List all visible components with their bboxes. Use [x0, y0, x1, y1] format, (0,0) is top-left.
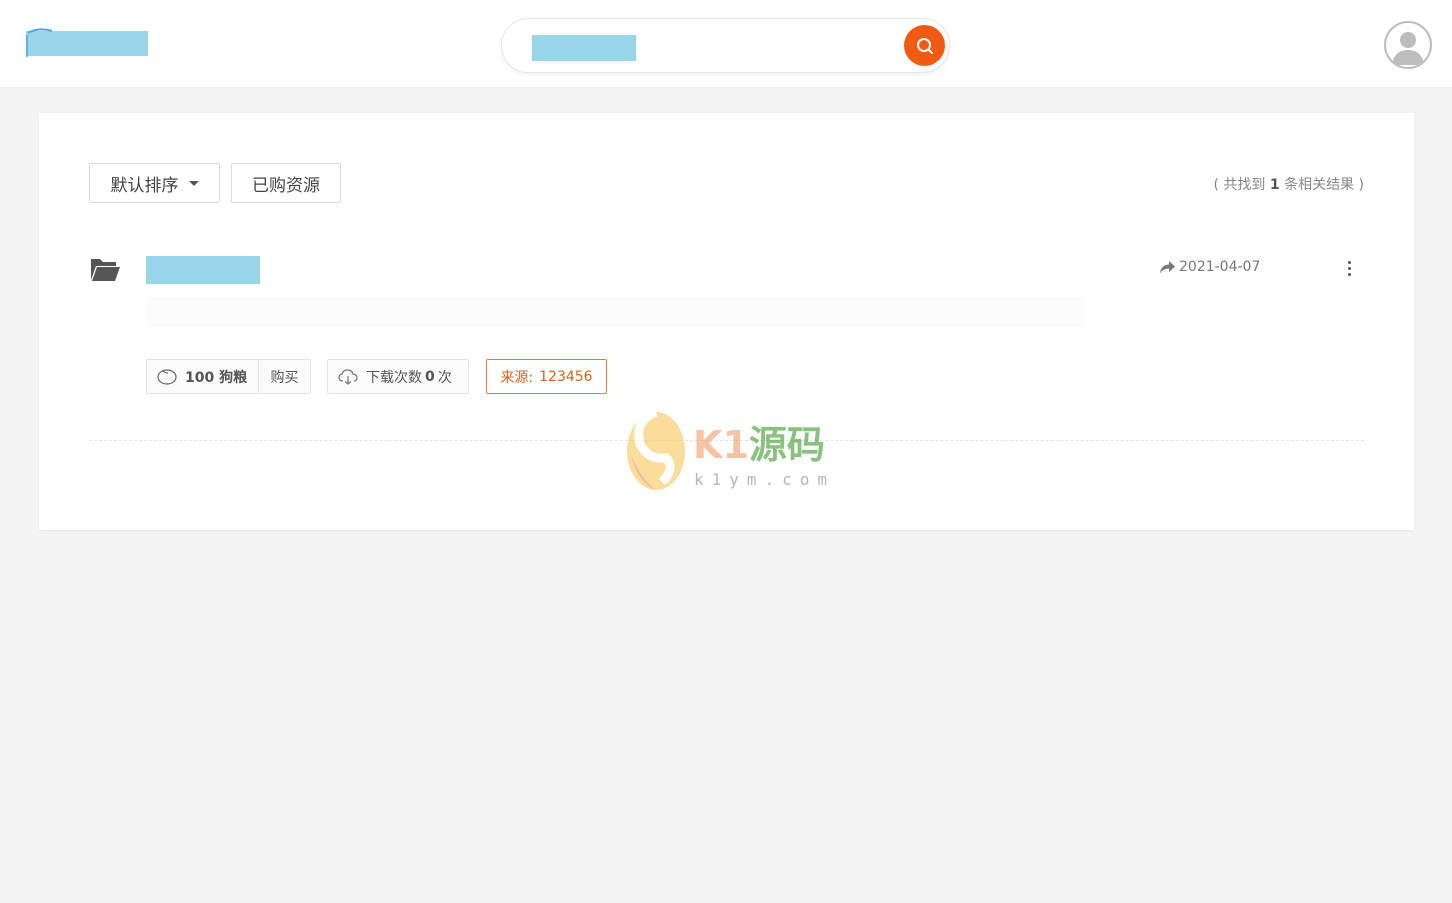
source-value: 123456	[539, 368, 593, 385]
source-label: 来源:	[500, 369, 534, 386]
search-icon	[916, 37, 933, 54]
watermark-main-a: K1	[693, 423, 749, 467]
more-vertical-icon[interactable]	[1339, 258, 1359, 278]
sort-label: 默认排序	[110, 175, 179, 196]
resource-date: 2021-04-07	[1160, 259, 1260, 275]
buy-button[interactable]: 购买	[259, 367, 310, 387]
bought-resources-button[interactable]: 已购资源	[231, 163, 341, 203]
folder-icon	[91, 259, 120, 281]
sort-dropdown[interactable]: 默认排序	[89, 163, 220, 203]
user-avatar-icon	[1392, 32, 1424, 65]
watermark-main-b: 源码	[748, 423, 825, 467]
result-count: ( 共找到 1 条相关结果 )	[1214, 174, 1365, 194]
result-prefix: ( 共找到	[1213, 177, 1266, 193]
download-count-tag: 下载次数 0 次	[327, 359, 469, 394]
top-header	[0, 0, 1452, 88]
price-tag: 100 狗粮 购买	[146, 359, 311, 394]
watermark-sub: k1ym.com	[694, 470, 836, 489]
cloud-download-icon	[338, 368, 358, 385]
price-value: 100 狗粮	[147, 360, 259, 393]
download-count: 0	[425, 368, 435, 385]
resource-title[interactable]	[146, 256, 260, 284]
download-prefix: 下载次数	[366, 369, 422, 386]
date-text: 2021-04-07	[1179, 259, 1261, 275]
caret-down-icon	[188, 180, 199, 186]
result-count-number: 1	[1269, 177, 1280, 193]
watermark-main: K1源码	[693, 414, 825, 469]
resource-description	[146, 297, 1084, 327]
source-tag: 来源: 123456	[486, 359, 607, 394]
bought-label: 已购资源	[252, 175, 320, 196]
share-icon	[1160, 260, 1175, 273]
watermark: K1源码 k1ym.com	[626, 410, 836, 492]
logo-mark-icon	[26, 28, 53, 57]
search-bar	[501, 18, 950, 73]
coin-icon	[157, 369, 177, 385]
search-input[interactable]	[532, 35, 636, 61]
user-avatar[interactable]	[1384, 21, 1432, 69]
search-button[interactable]	[904, 25, 945, 66]
watermark-logo-icon	[627, 410, 685, 490]
download-suffix: 次	[437, 369, 452, 386]
price-amount: 100 狗粮	[185, 369, 248, 386]
result-suffix: 条相关结果 )	[1284, 177, 1364, 193]
